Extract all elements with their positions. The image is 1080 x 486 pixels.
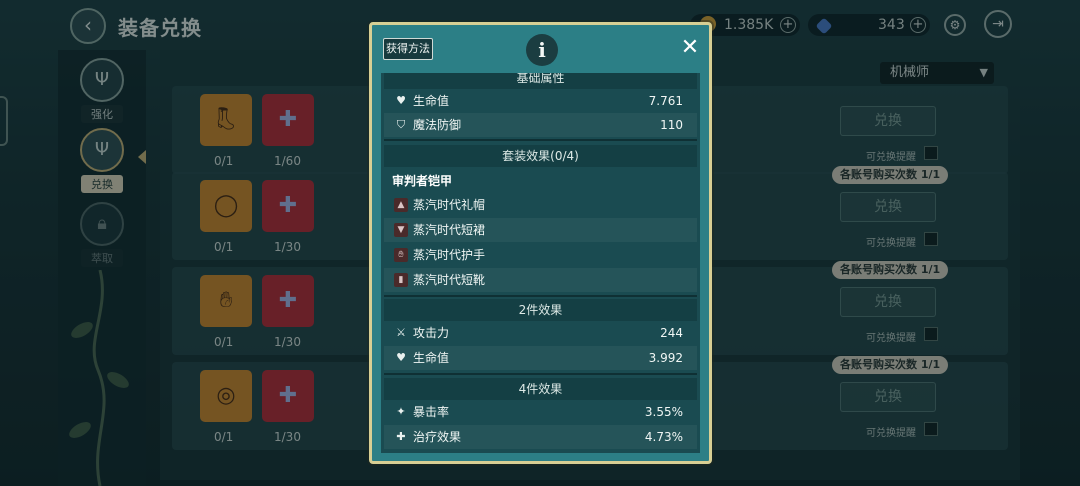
stat-label: 暴击率 <box>413 405 450 419</box>
shield-icon: ⛉ <box>396 118 406 131</box>
set-piece-row: ✋︎ 蒸汽时代护手 <box>384 243 697 267</box>
hat-icon: ▲ <box>394 198 408 212</box>
stat-value: 3.55% <box>644 405 683 419</box>
section-divider <box>384 295 697 297</box>
stat-row: ♥ 生命值 7.761 <box>384 89 697 113</box>
skirt-icon: ▼ <box>394 223 408 237</box>
set-piece-row: ▮ 蒸汽时代短靴 <box>384 268 697 292</box>
stat-row: ♥ 生命值 3.992 <box>384 346 697 370</box>
piece-label: 蒸汽时代短裙 <box>413 223 486 237</box>
piece-label: 蒸汽时代短靴 <box>413 273 486 287</box>
piece-label: 蒸汽时代礼帽 <box>413 198 486 212</box>
stat-label: 治疗效果 <box>413 430 462 444</box>
item-detail-modal: 获得方法 i ✕ 基础属性 ♥ 生命值 7.761 ⛉ 魔法防御 110 套装效… <box>369 22 712 464</box>
stat-row: ⚔ 攻击力 244 <box>384 321 697 345</box>
heart-icon: ♥ <box>396 351 406 364</box>
piece-label: 蒸汽时代护手 <box>413 248 486 262</box>
stat-value: 4.73% <box>644 430 683 444</box>
modal-body: 基础属性 ♥ 生命值 7.761 ⛉ 魔法防御 110 套装效果(0/4) 审判… <box>381 73 700 453</box>
stat-value: 110 <box>660 118 683 132</box>
info-icon: i <box>526 34 558 66</box>
stat-value: 244 <box>660 326 683 340</box>
four-piece-header: 4件效果 <box>384 378 697 400</box>
set-name: 审判者铠甲 <box>392 174 453 188</box>
crit-icon: ✦ <box>396 405 406 418</box>
glove-icon: ✋︎ <box>394 248 408 262</box>
set-piece-row: ▲ 蒸汽时代礼帽 <box>384 193 697 217</box>
heal-icon: ✚ <box>396 430 406 443</box>
set-effect-header: 套装效果(0/4) <box>384 145 697 167</box>
close-icon[interactable]: ✕ <box>677 35 703 61</box>
stat-value: 3.992 <box>648 351 683 365</box>
stat-label: 生命值 <box>413 94 450 108</box>
stat-value: 7.761 <box>648 94 683 108</box>
stat-label: 攻击力 <box>413 326 450 340</box>
how-to-get-button[interactable]: 获得方法 <box>383 38 433 60</box>
base-stats-header: 基础属性 <box>384 73 697 89</box>
two-piece-header: 2件效果 <box>384 299 697 321</box>
section-divider <box>384 373 697 375</box>
stat-row: ✦ 暴击率 3.55% <box>384 400 697 424</box>
heart-icon: ♥ <box>396 94 406 107</box>
stat-label: 魔法防御 <box>413 118 462 132</box>
crossed-swords-icon: ⚔ <box>396 326 406 339</box>
section-divider <box>384 139 697 141</box>
stat-label: 生命值 <box>413 351 450 365</box>
modal-header: 获得方法 i ✕ <box>372 25 709 73</box>
boot-icon: ▮ <box>394 273 408 287</box>
stat-row: ✚ 治疗效果 4.73% <box>384 425 697 449</box>
set-piece-row: ▼ 蒸汽时代短裙 <box>384 218 697 242</box>
stat-row: ⛉ 魔法防御 110 <box>384 113 697 137</box>
